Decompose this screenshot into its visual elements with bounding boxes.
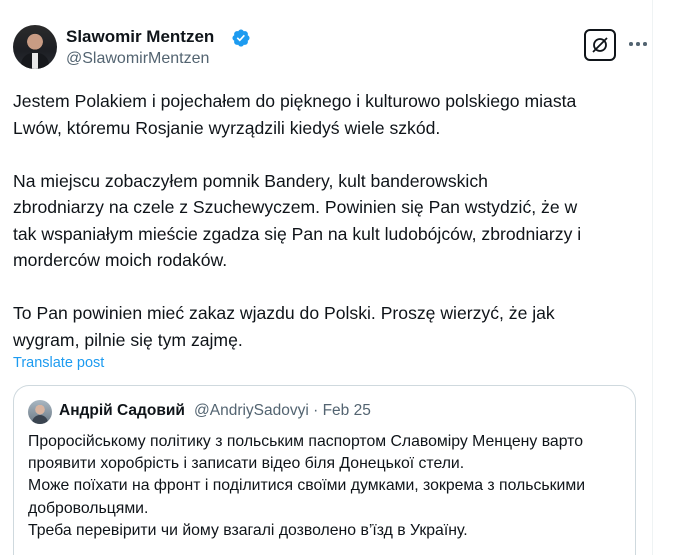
post-text-line: morderców moich rodaków. <box>13 250 228 270</box>
avatar-shirt <box>32 53 38 69</box>
avatar-suit <box>32 415 48 424</box>
post-text-line: To Pan powinien mieć zakaz wjazdu do Pol… <box>13 303 555 323</box>
post-text-line: zbrodniarzy na czele z Szuchewyczem. Pow… <box>13 197 578 217</box>
quoted-text-line: Треба перевірити чи йому взагалі дозволе… <box>28 521 468 539</box>
post-text-line: Jestem Polakiem i pojechałem do pięknego… <box>13 91 577 111</box>
quoted-author-handle-date: @AndriySadovyi · Feb 25 <box>194 402 371 419</box>
verified-badge-icon <box>232 29 250 47</box>
quoted-post-text: Проросійському політику з польським пасп… <box>28 431 628 542</box>
translate-post-link[interactable]: Translate post <box>13 355 104 371</box>
post-header: Slawomir Mentzen @SlawomirMentzen <box>13 25 647 73</box>
quoted-text-line: Проросійському політику з польським пасп… <box>28 433 583 450</box>
grok-button[interactable] <box>584 29 616 61</box>
post-text-line: wygram, pilnie się tym zajmę. <box>13 329 243 350</box>
timeline-border <box>652 0 653 555</box>
author-display-name[interactable]: Slawomir Mentzen <box>66 27 214 47</box>
grok-icon <box>592 37 608 53</box>
more-dot <box>642 42 647 46</box>
quoted-text-line: добровольцями. <box>28 499 149 517</box>
quoted-text-line: проявити хоробрість і записати відео біл… <box>28 455 465 473</box>
post-text-line: Lwów, któremu Rosjanie wyrządzili kiedyś… <box>13 117 441 138</box>
more-dot <box>636 42 640 46</box>
more-options-button[interactable] <box>625 29 651 59</box>
post-text-line: Na miejscu zobaczyłem pomnik Bandery, ku… <box>13 170 488 191</box>
author-handle[interactable]: @SlawomirMentzen <box>66 50 209 68</box>
author-avatar[interactable] <box>13 25 57 69</box>
quoted-author-avatar[interactable] <box>28 400 52 424</box>
quoted-text-line: Може поїхати на фронт і поділитися своїм… <box>28 477 586 495</box>
quoted-author-name[interactable]: Андрій Садовий <box>59 402 185 420</box>
post-text-line: tak wspaniałym mieście zgadza się Pan na… <box>13 223 582 244</box>
post-text: Jestem Polakiem i pojechałem do pięknego… <box>13 88 643 353</box>
quoted-post-card[interactable]: Андрій Садовий @AndriySadovyi · Feb 25 П… <box>13 385 636 555</box>
more-dot <box>629 42 634 46</box>
